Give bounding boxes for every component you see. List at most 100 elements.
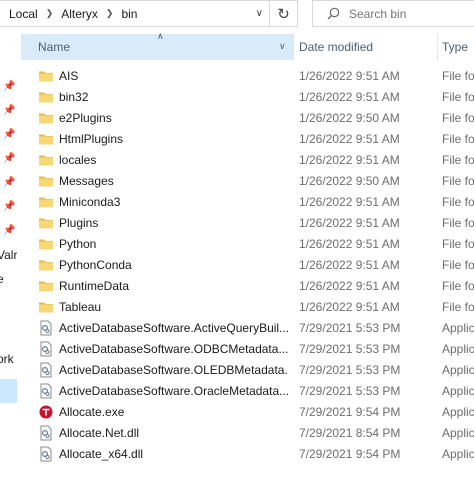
column-divider[interactable] [437, 34, 438, 60]
file-type: Applic [442, 320, 474, 335]
file-row[interactable]: Allocate.exe 7/29/2021 9:54 PM Applic [21, 401, 474, 422]
file-row[interactable]: Messages 1/26/2022 9:50 AM File fo [21, 170, 474, 191]
file-name-cell[interactable]: Tableau [38, 299, 288, 315]
pin-icon[interactable]: 📌 [3, 177, 15, 189]
file-name: bin32 [59, 89, 89, 104]
column-header-type[interactable]: Type [442, 34, 468, 60]
sort-ascending-icon: ∧ [157, 31, 164, 41]
file-name: RuntimeData [59, 278, 130, 293]
file-row[interactable]: AIS 1/26/2022 9:51 AM File fo [21, 65, 474, 86]
chevron-right-icon[interactable]: ❯ [100, 8, 120, 19]
dll-file-icon [38, 425, 54, 441]
pin-icon[interactable]: 📌 [3, 153, 15, 165]
file-name: Allocate_x64.dll [59, 446, 144, 461]
breadcrumb-alteryx[interactable]: Alteryx [59, 7, 100, 21]
nav-item-fragment[interactable]: ork [0, 352, 17, 366]
column-header-label: Type [442, 40, 469, 54]
file-name: e2Plugins [59, 110, 112, 125]
file-date: 1/26/2022 9:51 AM [299, 257, 400, 272]
file-row[interactable]: Miniconda3 1/26/2022 9:51 AM File fo [21, 191, 474, 212]
file-name: Miniconda3 [59, 194, 121, 209]
file-name-cell[interactable]: HtmlPlugins [38, 131, 288, 147]
file-name: ActiveDatabaseSoftware.OLEDBMetadata... [59, 362, 288, 377]
file-name: PythonConda [59, 257, 132, 272]
file-type: Applic [442, 446, 474, 461]
toolbar: Local ❯ Alteryx ❯ bin ∨ ↻ [0, 0, 474, 27]
file-row[interactable]: ActiveDatabaseSoftware.OracleMetadata...… [21, 380, 474, 401]
file-name-cell[interactable]: ActiveDatabaseSoftware.ActiveQueryBuil..… [38, 320, 288, 336]
file-date: 1/26/2022 9:50 AM [299, 110, 400, 125]
file-date: 7/29/2021 8:54 PM [299, 425, 401, 440]
file-row[interactable]: Tableau 1/26/2022 9:51 AM File fo [21, 296, 474, 317]
file-row[interactable]: ActiveDatabaseSoftware.ActiveQueryBuil..… [21, 317, 474, 338]
nav-item-fragment[interactable]: e [0, 272, 7, 286]
file-type: Applic [442, 341, 474, 356]
file-name-cell[interactable]: locales [38, 152, 288, 168]
address-bar[interactable]: Local ❯ Alteryx ❯ bin ∨ [0, 0, 270, 27]
pin-icon[interactable]: 📌 [3, 105, 15, 117]
search-box[interactable] [312, 0, 474, 27]
file-row[interactable]: RuntimeData 1/26/2022 9:51 AM File fo [21, 275, 474, 296]
file-name-cell[interactable]: Allocate.Net.dll [38, 425, 288, 441]
file-name: ActiveDatabaseSoftware.ActiveQueryBuil..… [59, 320, 288, 335]
breadcrumb-local[interactable]: Local [7, 7, 40, 21]
file-row[interactable]: ActiveDatabaseSoftware.OLEDBMetadata... 7… [21, 359, 474, 380]
file-row[interactable]: locales 1/26/2022 9:51 AM File fo [21, 149, 474, 170]
column-header-date[interactable]: Date modified [299, 34, 373, 60]
file-row[interactable]: ActiveDatabaseSoftware.ODBCMetadata... 7/… [21, 338, 474, 359]
chevron-right-icon[interactable]: ❯ [40, 8, 60, 19]
file-date: 1/26/2022 9:51 AM [299, 215, 400, 230]
file-name-cell[interactable]: Python [38, 236, 288, 252]
file-name-cell[interactable]: ActiveDatabaseSoftware.OLEDBMetadata... [38, 362, 288, 378]
folder-icon [38, 131, 54, 147]
file-name-cell[interactable]: PythonConda [38, 257, 288, 273]
file-date: 1/26/2022 9:50 AM [299, 173, 400, 188]
file-row[interactable]: HtmlPlugins 1/26/2022 9:51 AM File fo [21, 128, 474, 149]
refresh-icon: ↻ [277, 5, 290, 23]
file-name-cell[interactable]: Plugins [38, 215, 288, 231]
file-name-cell[interactable]: e2Plugins [38, 110, 288, 126]
file-row[interactable]: Allocate_x64.dll 7/29/2021 9:54 PM Applic [21, 443, 474, 464]
file-name-cell[interactable]: Allocate_x64.dll [38, 446, 288, 462]
breadcrumb-bin[interactable]: bin [119, 7, 139, 21]
file-name-cell[interactable]: AIS [38, 68, 288, 84]
column-header-label: Name [38, 40, 71, 54]
pin-icon[interactable]: 📌 [3, 225, 15, 237]
folder-icon [38, 215, 54, 231]
column-header-name[interactable]: Name ∧ ∨ [21, 31, 293, 60]
file-name-cell[interactable]: ActiveDatabaseSoftware.ODBCMetadata... [38, 341, 288, 357]
file-row[interactable]: e2Plugins 1/26/2022 9:50 AM File fo [21, 107, 474, 128]
file-name-cell[interactable]: Messages [38, 173, 288, 189]
file-type: File fo [442, 89, 474, 104]
chevron-down-icon[interactable]: ∨ [279, 41, 286, 52]
file-row[interactable]: bin32 1/26/2022 9:51 AM File fo [21, 86, 474, 107]
file-name-cell[interactable]: Allocate.exe [38, 404, 288, 420]
file-name: HtmlPlugins [59, 131, 124, 146]
file-type: File fo [442, 194, 474, 209]
chevron-down-icon[interactable]: ∨ [256, 8, 263, 19]
file-row[interactable]: Python 1/26/2022 9:51 AM File fo [21, 233, 474, 254]
file-name-cell[interactable]: bin32 [38, 89, 288, 105]
file-name-cell[interactable]: Miniconda3 [38, 194, 288, 210]
nav-item-fragment[interactable]: Valr [0, 248, 17, 262]
file-name-cell[interactable]: RuntimeData [38, 278, 288, 294]
refresh-button[interactable]: ↻ [270, 0, 298, 27]
pin-icon[interactable]: 📌 [3, 201, 15, 213]
search-input[interactable] [349, 6, 459, 21]
nav-selected-item[interactable] [0, 379, 17, 403]
column-divider[interactable] [293, 34, 294, 60]
file-row[interactable]: Allocate.Net.dll 7/29/2021 8:54 PM Applic [21, 422, 474, 443]
file-name: Allocate.exe [59, 404, 125, 419]
file-row[interactable]: Plugins 1/26/2022 9:51 AM File fo [21, 212, 474, 233]
dll-file-icon [38, 362, 54, 378]
pin-icon[interactable]: 📌 [3, 129, 15, 141]
file-row[interactable]: PythonConda 1/26/2022 9:51 AM File fo [21, 254, 474, 275]
file-name: AIS [59, 68, 79, 83]
file-date: 1/26/2022 9:51 AM [299, 89, 400, 104]
folder-icon [38, 89, 54, 105]
pin-icon[interactable]: 📌 [3, 81, 15, 93]
file-date: 1/26/2022 9:51 AM [299, 299, 400, 314]
exe-app-icon [38, 404, 54, 420]
file-name-cell[interactable]: ActiveDatabaseSoftware.OracleMetadata... [38, 383, 288, 399]
file-type: Applic [442, 362, 474, 377]
